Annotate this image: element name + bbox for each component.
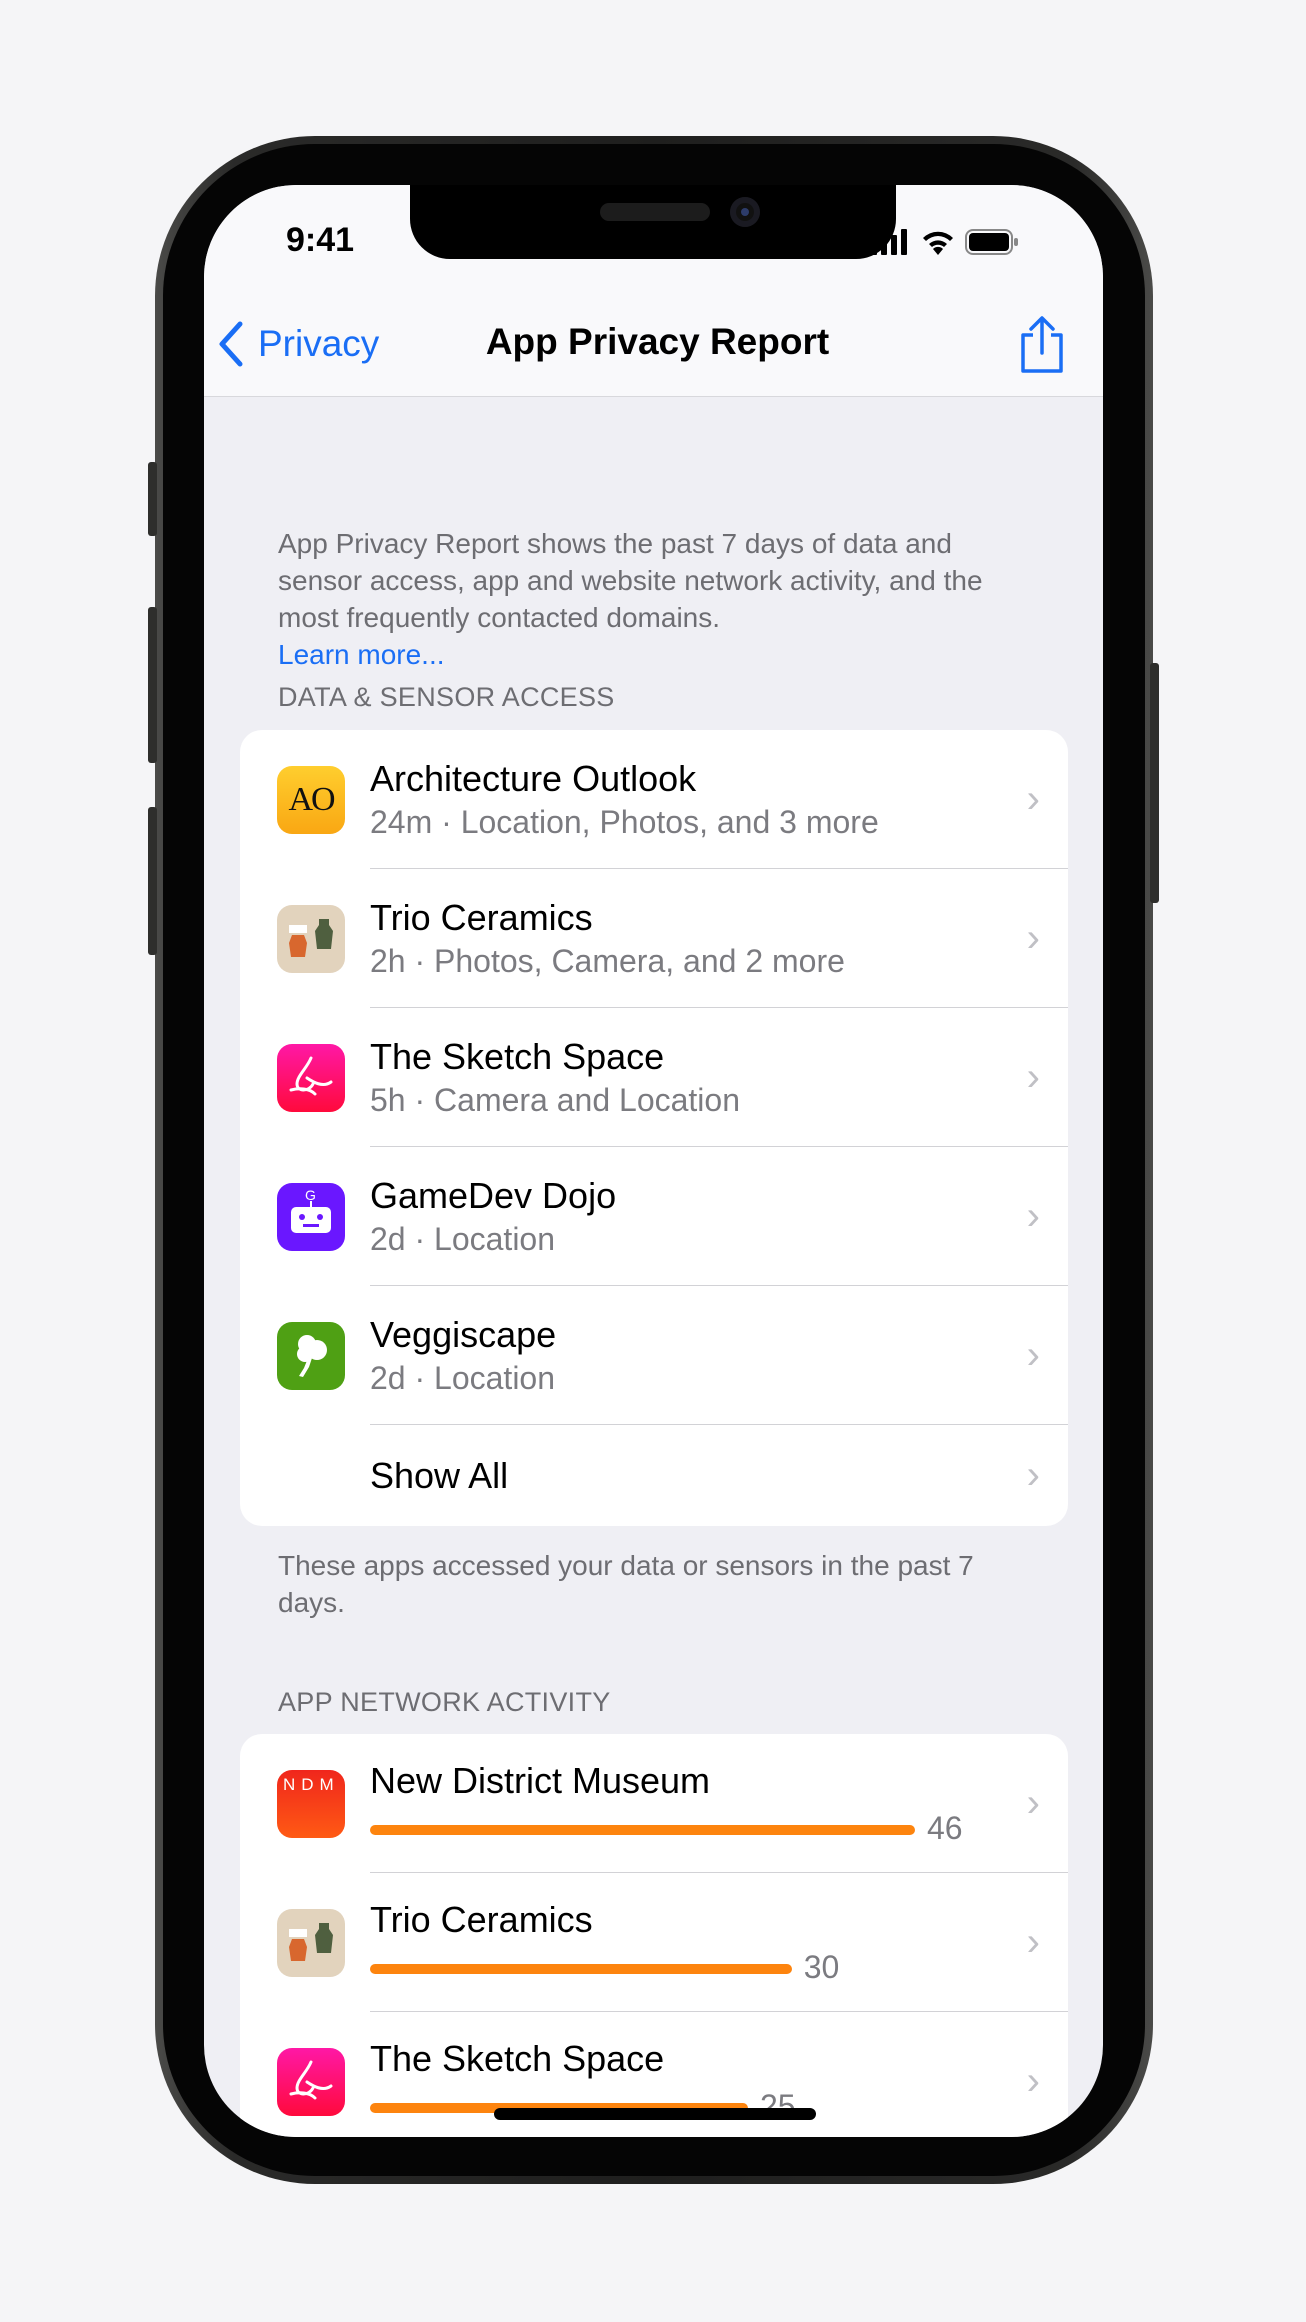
list-item[interactable]: AO Architecture Outlook 24m · Location, P… <box>240 730 1068 869</box>
share-icon[interactable] <box>1017 315 1067 375</box>
list-item[interactable]: NDM New District Museum 46 › <box>240 1734 1068 1873</box>
activity-bar <box>370 1964 792 1974</box>
activity-count: 30 <box>803 1949 840 1985</box>
front-camera <box>730 197 760 227</box>
home-indicator[interactable] <box>494 2108 816 2120</box>
logo-text: NDM <box>283 1774 340 1794</box>
chevron-right-icon: › <box>1026 777 1040 821</box>
section-header-data-access: DATA & SENSOR ACCESS <box>278 682 615 712</box>
intro-text: App Privacy Report shows the past 7 days… <box>278 528 983 633</box>
veggiscape-icon <box>277 1321 345 1390</box>
activity-count: 46 <box>927 1810 963 1846</box>
sketch-space-icon <box>277 1043 345 1112</box>
chevron-right-icon: › <box>1026 1333 1040 1377</box>
list-item[interactable]: G GameDev Dojo 2d · Location › <box>240 1147 1068 1286</box>
back-button[interactable]: Privacy <box>216 321 379 367</box>
chevron-left-icon <box>219 321 243 367</box>
list-item[interactable]: Trio Ceramics 2h · Photos, Camera, and 2 … <box>240 869 1068 1008</box>
silent-switch <box>148 462 157 536</box>
intro-description: App Privacy Report shows the past 7 days… <box>278 525 1038 673</box>
sketch-space-icon <box>277 2047 345 2116</box>
show-all-button[interactable]: Show All › <box>240 1425 1068 1526</box>
side-button <box>1150 663 1159 903</box>
chevron-right-icon: › <box>1026 1453 1040 1497</box>
back-label: Privacy <box>258 323 380 364</box>
app-name: Architecture Outlook <box>370 758 697 799</box>
data-access-list: AO Architecture Outlook 24m · Location, P… <box>240 730 1068 1526</box>
app-name: GameDev Dojo <box>370 1175 617 1216</box>
new-district-museum-icon: NDM <box>277 1769 345 1838</box>
chevron-right-icon: › <box>1026 2059 1040 2103</box>
list-item[interactable]: Veggiscape 2d · Location › <box>240 1286 1068 1425</box>
speaker <box>600 203 710 221</box>
battery-icon <box>965 229 1018 255</box>
app-name: Trio Ceramics <box>370 897 593 938</box>
list-item[interactable]: Trio Ceramics 30 › <box>240 1873 1068 2012</box>
app-name: Trio Ceramics <box>370 1899 593 1940</box>
network-activity-list: NDM New District Museum 46 › Trio Cerami… <box>240 1734 1068 2137</box>
access-detail: 5h · Camera and Location <box>370 1082 740 1118</box>
app-name: New District Museum <box>370 1760 711 1801</box>
chevron-right-icon: › <box>1026 1920 1040 1964</box>
access-detail: 2h · Photos, Camera, and 2 more <box>370 943 845 979</box>
status-time: 9:41 <box>286 221 355 259</box>
trio-ceramics-icon <box>277 904 345 973</box>
chevron-right-icon: › <box>1026 1194 1040 1238</box>
app-name: Veggiscape <box>370 1314 557 1355</box>
gamedev-dojo-icon: G <box>277 1182 345 1251</box>
app-name: The Sketch Space <box>370 2038 665 2079</box>
data-access-footer: These apps accessed your data or sensors… <box>278 1550 974 1618</box>
chevron-right-icon: › <box>1026 916 1040 960</box>
volume-down-button <box>148 807 157 955</box>
trio-ceramics-icon <box>277 1908 345 1977</box>
learn-more-link[interactable]: Learn more... <box>278 639 445 670</box>
activity-bar <box>370 1825 915 1835</box>
access-detail: 2d · Location <box>370 1221 556 1257</box>
app-name: The Sketch Space <box>370 1036 665 1077</box>
wifi-icon <box>923 231 953 255</box>
logo-letter: G <box>305 1186 316 1203</box>
notch <box>410 185 896 259</box>
chevron-right-icon: › <box>1026 1781 1040 1825</box>
section-header-network: APP NETWORK ACTIVITY <box>278 1687 611 1717</box>
list-item[interactable]: The Sketch Space 5h · Camera and Location… <box>240 1008 1068 1147</box>
screen: 9:41 App Privacy Report Privacy App Priv… <box>204 185 1103 2137</box>
volume-up-button <box>148 607 157 763</box>
show-all-label: Show All <box>370 1454 509 1496</box>
access-detail: 2d · Location <box>370 1360 556 1396</box>
chevron-right-icon: › <box>1026 1055 1040 1099</box>
access-detail: 24m · Location, Photos, and 3 more <box>370 804 879 840</box>
content: App Privacy Report shows the past 7 days… <box>204 397 1103 2137</box>
architecture-outlook-icon: AO <box>277 765 345 834</box>
